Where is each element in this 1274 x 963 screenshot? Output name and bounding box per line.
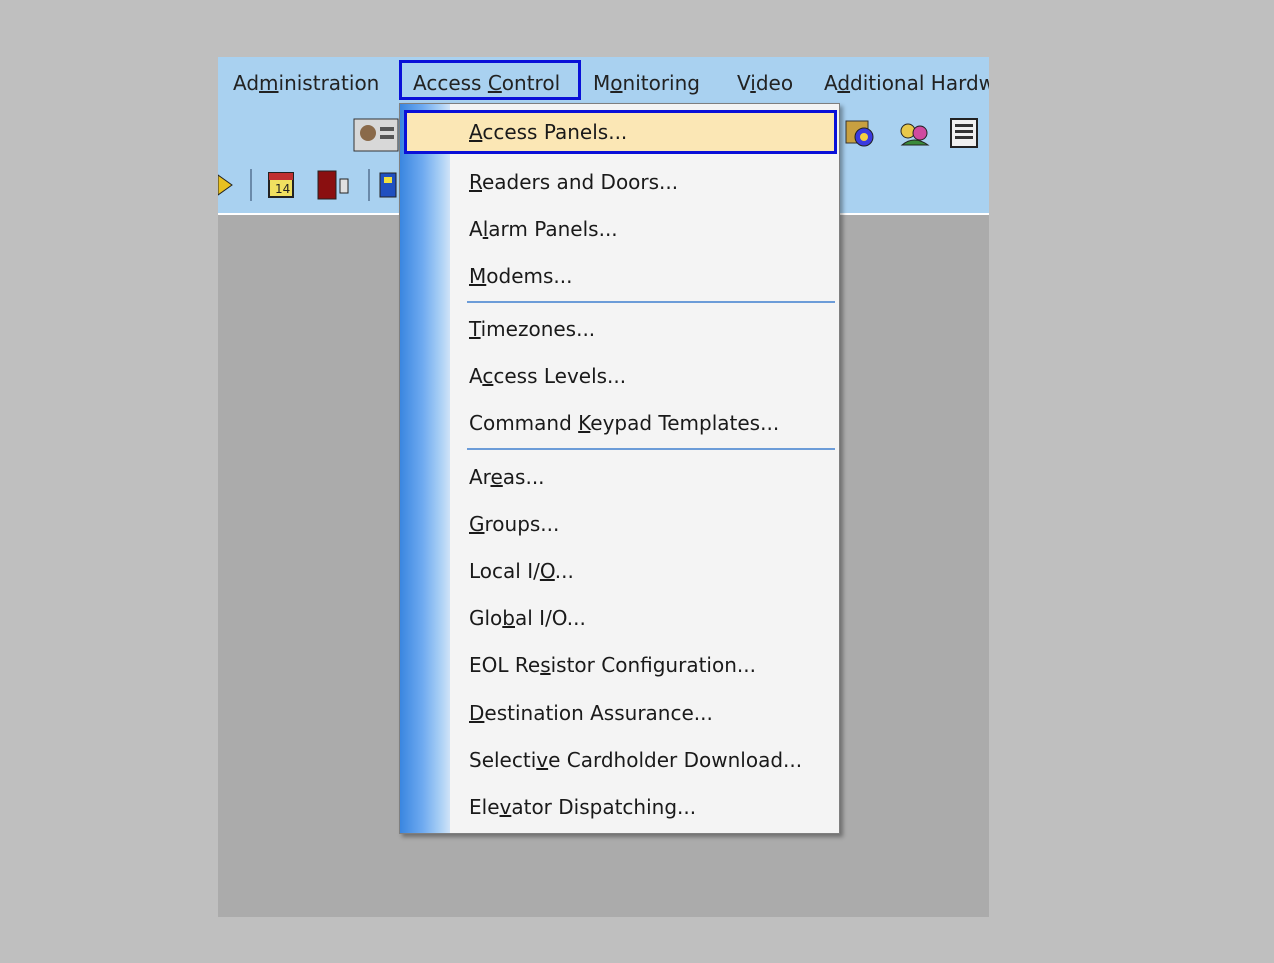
- item-label-accel: e: [490, 465, 503, 489]
- item-label-accel: c: [482, 364, 494, 388]
- item-label-part: arm Panels...: [488, 217, 618, 241]
- menu-item-eol-resistor-configuration[interactable]: EOL Resistor Configuration...: [450, 643, 836, 687]
- item-label-accel: v: [499, 795, 512, 819]
- menu-label-part: ditional Hardw: [850, 71, 989, 95]
- item-label-part: eypad Templates...: [590, 411, 780, 435]
- menu-label-accel: m: [259, 71, 279, 95]
- item-label-part: istor Configuration...: [550, 653, 756, 677]
- item-label-accel: R: [469, 170, 482, 194]
- menu-video[interactable]: Video: [737, 57, 793, 109]
- toolbar-divider: [250, 169, 252, 201]
- menu-separator: [467, 448, 835, 450]
- menu-item-timezones[interactable]: Timezones...: [450, 307, 836, 351]
- item-label-part: A: [469, 217, 483, 241]
- item-label-accel: K: [578, 411, 591, 435]
- item-label-accel: v: [536, 748, 549, 772]
- menu-label-part: Ad: [233, 71, 260, 95]
- menu-administration[interactable]: Administration: [233, 57, 379, 109]
- menu-item-modems[interactable]: Modems...: [450, 254, 836, 298]
- report-icon[interactable]: [947, 115, 983, 153]
- item-label-accel: D: [469, 701, 485, 725]
- menu-item-destination-assurance[interactable]: Destination Assurance...: [450, 691, 836, 735]
- item-label-part: Ar: [469, 465, 491, 489]
- item-label-accel: T: [469, 317, 481, 341]
- menu-label-part: inistration: [278, 71, 380, 95]
- item-label-part: cess Levels...: [493, 364, 627, 388]
- toolbar-divider: [368, 169, 370, 201]
- menu-item-selective-cardholder-download[interactable]: Selective Cardholder Download...: [450, 738, 836, 782]
- visitor-icon[interactable]: [898, 119, 932, 149]
- menu-label-part: M: [593, 71, 611, 95]
- item-label-accel: O: [539, 559, 555, 583]
- menu-label-accel: o: [610, 71, 623, 95]
- item-label-accel: s: [540, 653, 551, 677]
- menu-separator: [467, 301, 835, 303]
- item-label-accel: b: [502, 606, 515, 630]
- menu-item-local-io[interactable]: Local I/O...: [450, 549, 836, 593]
- item-label-part: Selecti: [469, 748, 537, 772]
- menu-item-areas[interactable]: Areas...: [450, 455, 836, 499]
- item-label-accel: A: [469, 120, 483, 144]
- svg-text:14: 14: [275, 182, 290, 196]
- menu-item-groups[interactable]: Groups...: [450, 502, 836, 546]
- menu-label-part: V: [737, 71, 751, 95]
- menu-monitoring[interactable]: Monitoring: [593, 57, 700, 109]
- item-label-accel: G: [469, 512, 485, 536]
- item-label-part: Command: [469, 411, 579, 435]
- menu-item-readers-and-doors[interactable]: Readers and Doors...: [450, 160, 836, 204]
- menu-label-part: deo: [755, 71, 794, 95]
- menu-item-elevator-dispatching[interactable]: Elevator Dispatching...: [450, 785, 836, 829]
- menu-additional-hardware[interactable]: Additional Hardw: [824, 57, 989, 109]
- item-label-accel: M: [469, 264, 487, 288]
- door-icon[interactable]: [314, 167, 354, 203]
- menu-label-part: A: [824, 71, 838, 95]
- access-control-dropdown: Access Panels... Readers and Doors... Al…: [399, 103, 840, 834]
- item-label-part: ...: [554, 559, 574, 583]
- arrow-icon[interactable]: [218, 171, 236, 199]
- item-label-part: A: [469, 364, 483, 388]
- item-label-part: odems...: [486, 264, 573, 288]
- menu-label-accel: d: [837, 71, 851, 95]
- menu-item-access-panels[interactable]: Access Panels...: [404, 110, 837, 154]
- item-label-part: e Cardholder Download...: [548, 748, 803, 772]
- item-label-part: imezones...: [480, 317, 596, 341]
- item-label-part: roups...: [484, 512, 560, 536]
- menu-item-command-keypad-templates[interactable]: Command Keypad Templates...: [450, 401, 836, 445]
- item-label-part: Ele: [469, 795, 500, 819]
- item-label-part: eaders and Doors...: [482, 170, 679, 194]
- item-label-part: Local I/: [469, 559, 540, 583]
- badge-id-icon[interactable]: [352, 115, 402, 155]
- app-window: Administration Access Control Monitoring…: [218, 57, 989, 917]
- calendar-clock-icon[interactable]: 14: [266, 169, 298, 201]
- menu-item-alarm-panels[interactable]: Alarm Panels...: [450, 207, 836, 251]
- item-label-part: estination Assurance...: [484, 701, 713, 725]
- item-label-part: al I/O...: [515, 606, 586, 630]
- network-icon[interactable]: [378, 169, 400, 201]
- menu-label-part: nitoring: [622, 71, 700, 95]
- item-label-part: EOL Re: [469, 653, 541, 677]
- menu-item-access-levels[interactable]: Access Levels...: [450, 354, 836, 398]
- menu-gutter: [400, 104, 450, 833]
- item-label-part: ccess Panels...: [482, 120, 628, 144]
- menu-item-global-io[interactable]: Global I/O...: [450, 596, 836, 640]
- item-label-part: as...: [502, 465, 545, 489]
- item-label-part: Glo: [469, 606, 503, 630]
- access-control-highlight: [399, 60, 581, 100]
- item-label-part: ator Dispatching...: [511, 795, 697, 819]
- hardware-config-icon[interactable]: [844, 117, 878, 151]
- menu-bar: Administration Access Control Monitoring…: [218, 57, 989, 109]
